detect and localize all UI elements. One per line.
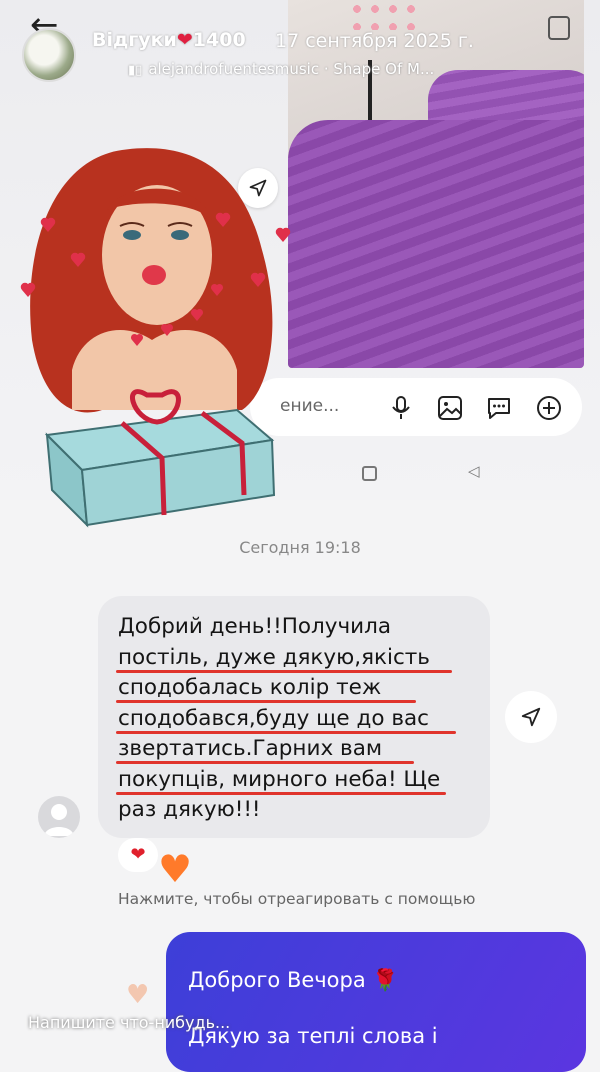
underline-mark	[116, 670, 452, 673]
nav-home-icon[interactable]	[362, 466, 377, 481]
like-heart-icon[interactable]: ♥	[126, 980, 149, 1010]
story-avatar[interactable]	[22, 28, 76, 82]
share-message-button[interactable]	[505, 691, 557, 743]
underline-mark	[116, 700, 416, 703]
nav-back-icon[interactable]: ◁	[468, 462, 480, 480]
message-composer[interactable]: ение...	[250, 378, 582, 436]
sender-avatar[interactable]	[38, 796, 80, 838]
gallery-icon[interactable]	[435, 393, 465, 423]
reaction-heart[interactable]: ❤	[118, 838, 158, 872]
heart-icon: ❤	[176, 29, 193, 51]
outgoing-message-text: Доброго Вечора 🌹 Дякую за теплі слова і	[188, 968, 438, 1048]
title-count: 1400	[192, 29, 246, 51]
story-title: Відгуки❤1400	[92, 29, 246, 51]
reaction-hint: Нажмите, чтобы отреагировать с помощью	[118, 890, 476, 908]
purple-bed-decor	[288, 120, 584, 368]
underline-mark	[116, 731, 456, 734]
story-date: 17 сентября 2025 г.	[275, 30, 474, 52]
underline-mark	[116, 792, 446, 795]
microphone-icon[interactable]	[386, 393, 416, 423]
music-label[interactable]: ▮▯ alejandrofuentesmusic · Shape Of M...	[128, 60, 434, 78]
flowers-decor	[348, 0, 418, 30]
music-text: alejandrofuentesmusic · Shape Of M...	[148, 60, 435, 78]
add-icon[interactable]	[534, 393, 564, 423]
camera-icon[interactable]	[548, 16, 570, 40]
kiss-gift-sticker[interactable]	[12, 140, 297, 530]
user-icon	[44, 804, 74, 836]
orange-heart-icon: ♥	[158, 847, 193, 891]
message-timestamp: Сегодня 19:18	[239, 538, 361, 557]
chat-bubble-icon[interactable]	[484, 393, 514, 423]
title-text: Відгуки	[92, 29, 177, 51]
music-bars-icon: ▮▯	[128, 63, 143, 78]
underline-mark	[116, 761, 414, 764]
send-icon	[521, 707, 541, 727]
story-reply-input[interactable]: Напишите что-нибудь...	[28, 1013, 230, 1032]
bedding-photo	[288, 0, 584, 368]
